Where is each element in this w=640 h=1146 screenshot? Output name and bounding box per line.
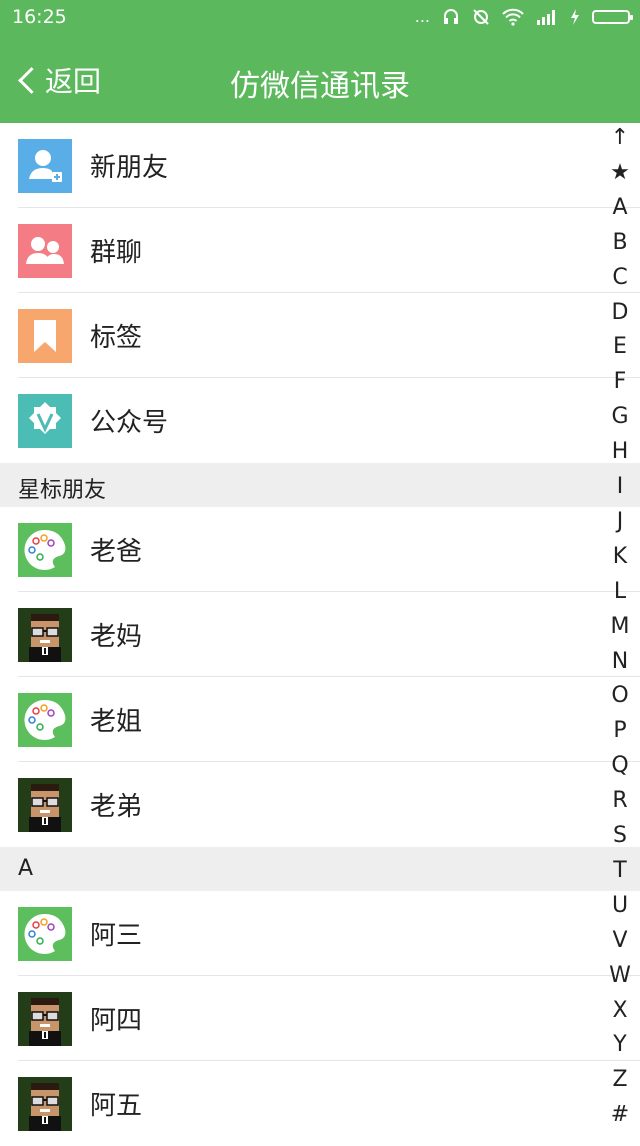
- index-letter[interactable]: N: [600, 649, 640, 674]
- status-time: 16:25: [12, 6, 67, 28]
- contact-name: 阿四: [90, 1006, 143, 1036]
- contact-name: 阿五: [90, 1091, 143, 1121]
- index-letter[interactable]: Q: [600, 753, 640, 778]
- page-title: 仿微信通讯录: [230, 69, 410, 104]
- alarm-off-icon: [473, 8, 489, 25]
- index-letter[interactable]: B: [600, 230, 640, 255]
- index-letter[interactable]: G: [600, 404, 640, 429]
- index-letter[interactable]: ↑: [600, 125, 640, 150]
- section-header-label: 星标朋友: [18, 478, 107, 503]
- contact-row[interactable]: 老爸: [0, 507, 640, 592]
- list-item-official-accounts[interactable]: 公众号: [0, 378, 640, 463]
- alphabet-index-bar[interactable]: ↑ ★ A B C D E F G H I J K L M N O P Q R S T U V W X Y Z #: [600, 123, 640, 1138]
- group-chat-icon: [18, 224, 72, 278]
- index-letter[interactable]: F: [600, 369, 640, 394]
- contact-row[interactable]: 阿三: [0, 891, 640, 976]
- pixel-man-avatar: [18, 778, 72, 832]
- index-letter[interactable]: D: [600, 300, 640, 325]
- list-item-tags[interactable]: 标签: [0, 293, 640, 378]
- list-item-label: 群聊: [90, 238, 143, 268]
- index-letter[interactable]: L: [600, 579, 640, 604]
- list-item-new-friends[interactable]: 新朋友: [0, 123, 640, 208]
- contact-row[interactable]: 阿五: [0, 1061, 640, 1146]
- contact-name: 老姐: [90, 707, 143, 737]
- list-item-group-chat[interactable]: 群聊: [0, 208, 640, 293]
- index-letter[interactable]: T: [600, 858, 640, 883]
- contact-name: 阿三: [90, 921, 143, 951]
- list-item-label: 新朋友: [90, 153, 169, 183]
- index-letter[interactable]: A: [600, 195, 640, 220]
- index-letter[interactable]: W: [600, 963, 640, 988]
- contact-name: 老弟: [90, 792, 143, 822]
- pixel-man-avatar: [18, 608, 72, 662]
- index-letter[interactable]: E: [600, 334, 640, 359]
- pixel-man-avatar: [18, 992, 72, 1046]
- index-letter[interactable]: S: [600, 823, 640, 848]
- status-bar: 16:25 ...: [0, 0, 640, 36]
- signal-icon: [537, 9, 555, 25]
- contact-row[interactable]: 老妈: [0, 592, 640, 677]
- index-letter[interactable]: ★: [600, 160, 640, 185]
- index-letter[interactable]: H: [600, 439, 640, 464]
- wifi-icon: [502, 8, 524, 26]
- contact-list: 新朋友 群聊 标签 公众号 星标朋友 老爸 老妈 老姐 老弟 A 阿三 阿四 阿…: [0, 123, 640, 1146]
- section-header-starred: 星标朋友: [0, 463, 640, 507]
- charging-icon: [571, 8, 579, 25]
- section-header-a: A: [0, 847, 640, 891]
- index-letter[interactable]: X: [600, 998, 640, 1023]
- index-letter[interactable]: I: [600, 474, 640, 499]
- section-header-label: A: [18, 856, 34, 881]
- status-icons: ...: [414, 7, 633, 26]
- index-letter[interactable]: C: [600, 265, 640, 290]
- palette-avatar: [18, 907, 72, 961]
- index-letter[interactable]: U: [600, 893, 640, 918]
- official-account-icon: [18, 394, 72, 448]
- contact-row[interactable]: 老姐: [0, 677, 640, 762]
- index-letter[interactable]: J: [600, 509, 640, 534]
- contact-row[interactable]: 老弟: [0, 762, 640, 847]
- index-letter[interactable]: #: [600, 1102, 640, 1127]
- list-item-label: 公众号: [90, 408, 169, 438]
- index-letter[interactable]: R: [600, 788, 640, 813]
- index-letter[interactable]: O: [600, 683, 640, 708]
- index-letter[interactable]: Y: [600, 1032, 640, 1057]
- contact-row[interactable]: 阿四: [0, 976, 640, 1061]
- palette-avatar: [18, 523, 72, 577]
- pixel-man-avatar: [18, 1077, 72, 1131]
- tag-icon: [18, 309, 72, 363]
- contact-name: 老爸: [90, 537, 143, 567]
- index-letter[interactable]: P: [600, 718, 640, 743]
- contact-name: 老妈: [90, 622, 143, 652]
- list-item-label: 标签: [90, 323, 143, 353]
- index-letter[interactable]: K: [600, 544, 640, 569]
- index-letter[interactable]: Z: [600, 1067, 640, 1092]
- new-friend-icon: [18, 139, 72, 193]
- headset-icon: [444, 8, 458, 24]
- battery-icon: [592, 9, 633, 24]
- toolbar: 返回 仿微信通讯录: [0, 36, 640, 123]
- index-letter[interactable]: V: [600, 928, 640, 953]
- palette-avatar: [18, 693, 72, 747]
- dots-icon: ...: [414, 7, 430, 26]
- index-letter[interactable]: M: [600, 614, 640, 639]
